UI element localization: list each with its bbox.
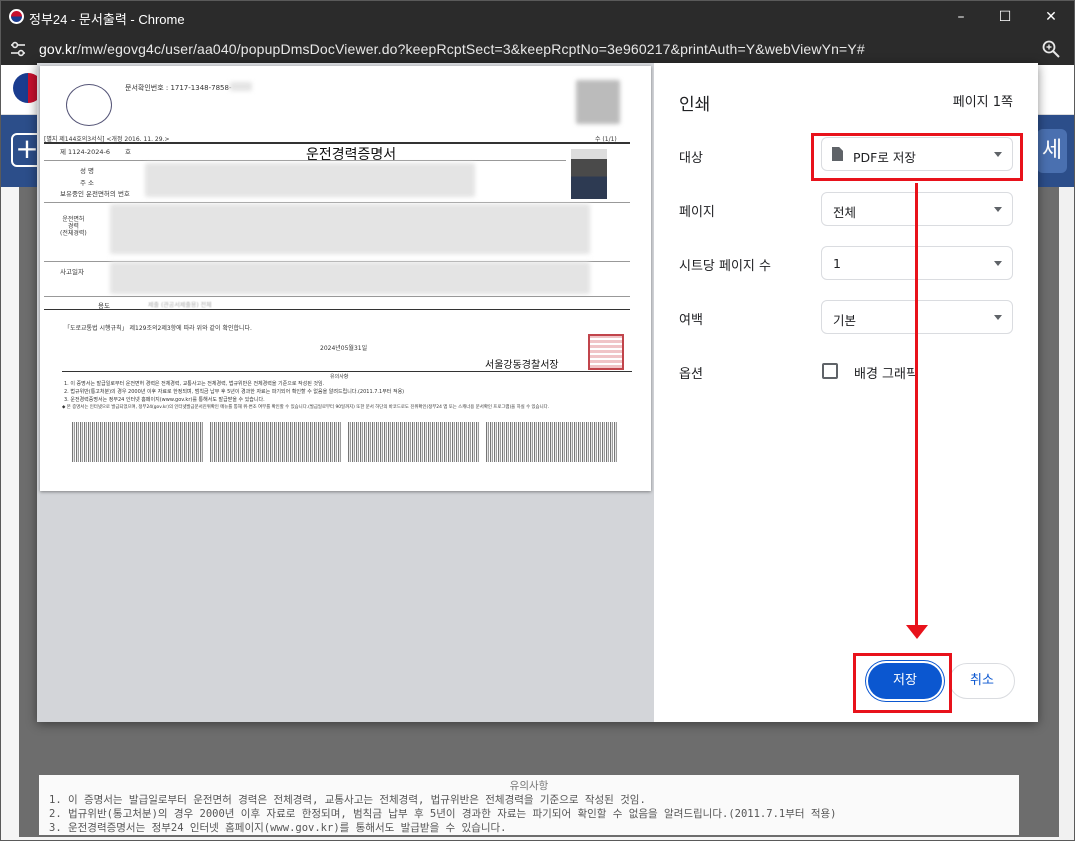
divider: [44, 309, 630, 310]
field-license-label: 보유중인 운전면허의 번호: [60, 190, 130, 198]
background-graphics-label[interactable]: 배경 그래픽: [854, 363, 918, 382]
divider: [44, 296, 630, 297]
pages-value: 전체: [833, 205, 857, 220]
pages-per-sheet-label: 시트당 페이지 수: [679, 259, 771, 274]
bg-note-1: 1. 이 증명서는 발급일로부터 운전면허 경력은 전체경력, 교통사고는 전체…: [49, 794, 646, 806]
issue-date: 2024년05월31일: [320, 345, 368, 352]
browser-window: 정부24 - 문서출력 - Chrome – ☐ ✕ gov.kr/mw/ego…: [0, 0, 1075, 841]
window-title: 정부24 - 문서출력 - Chrome: [29, 12, 185, 27]
destination-highlight-box: [811, 133, 1023, 181]
url-domain: gov.kr: [39, 41, 77, 57]
note-3: 3. 운전경력증명서는 정부24 인터넷 홈페이지(www.gov.kr)를 통…: [64, 397, 265, 403]
field-name-label: 성 명: [80, 167, 95, 175]
maximize-button[interactable]: ☐: [981, 1, 1029, 33]
page-count: 페이지 1쪽: [952, 95, 1013, 110]
redacted-block: [110, 262, 590, 294]
issuer-name: 서울강동경찰서장: [485, 360, 559, 371]
chevron-down-icon: [994, 315, 1002, 320]
divider: [44, 202, 630, 203]
divider: [44, 160, 566, 161]
note-1: 1. 이 증명서는 발급일로부터 운전면허 경력은 전체경력, 교통사고는 전체…: [64, 381, 325, 387]
gov24-logo-icon: [9, 9, 24, 24]
field-accident-label: 사고일자: [60, 268, 84, 276]
background-graphics-checkbox[interactable]: [822, 363, 838, 379]
annotation-arrowhead-icon: [906, 625, 928, 639]
field-usage-value: 제출 (관공서제출용) 전체: [148, 302, 212, 309]
close-button[interactable]: ✕: [1027, 1, 1074, 33]
document-title: 운전경력증명서: [306, 147, 397, 163]
redacted-block: [230, 82, 252, 91]
note-4: ◆ 본 증명서는 인터넷으로 발급되었으며, 정부24(gov.kr)의 인터넷…: [62, 405, 550, 410]
pages-label: 페이지: [679, 205, 715, 220]
redacted-block: [145, 163, 475, 197]
print-preview-area: 문서확인번호 : 1717-1348-7858- [별지 제144호의3서식] …: [37, 63, 654, 722]
bg-notes-heading: 유의사항: [509, 780, 549, 792]
document-number: 제 1124-2024-6: [60, 148, 110, 156]
field-career-label: 운전면허 경력 (전체경력): [60, 216, 87, 237]
pages-per-sheet-value: 1: [833, 256, 841, 271]
bg-note-3: 3. 운전경력증명서는 정부24 인터넷 홈페이지(www.gov.kr)를 통…: [49, 822, 507, 834]
qr-code-icon: [576, 80, 620, 124]
chevron-down-icon: [994, 261, 1002, 266]
print-preview-page: 문서확인번호 : 1717-1348-7858- [별지 제144호의3서식] …: [40, 66, 651, 491]
save-highlight-box: [853, 653, 952, 713]
margins-value: 기본: [833, 313, 857, 328]
site-info-icon[interactable]: [9, 41, 27, 57]
destination-label: 대상: [679, 151, 703, 166]
options-label: 옵션: [679, 367, 703, 382]
divider: [62, 371, 632, 372]
bg-note-2: 2. 법규위반(통고처분)의 경우 2000년 이후 자료로 한정되며, 범칙금…: [49, 808, 837, 820]
annotation-arrow: [915, 183, 918, 629]
document-number-suffix: 호: [125, 148, 131, 156]
url-path: /mw/egovg4c/user/aa040/popupDmsDocViewer…: [77, 41, 865, 57]
barcode-1-icon: [72, 422, 204, 462]
doc-confirm-number: 문서확인번호 : 1717-1348-7858-: [125, 84, 232, 92]
legal-statement: 「도로교통법 시행규칙」 제129조의2제3항에 따라 위와 같이 확인합니다.: [64, 325, 252, 332]
site-right-tab[interactable]: 세: [1037, 129, 1067, 173]
barcode-3-icon: [348, 422, 480, 462]
print-title: 인쇄: [679, 95, 711, 115]
barcode-4-icon: [486, 422, 618, 462]
url-text[interactable]: gov.kr/mw/egovg4c/user/aa040/popupDmsDoc…: [39, 41, 865, 57]
minimize-button[interactable]: –: [937, 1, 985, 33]
note-2: 2. 법규위반(통고처분)의 경우 2000년 이후 자료로 한정되며, 범칙금…: [64, 389, 405, 395]
background-document-notes: 유의사항 1. 이 증명서는 발급일로부터 운전면허 경력은 전체경력, 교통사…: [39, 775, 1019, 835]
official-seal-icon: [588, 334, 624, 370]
issuance-stamp-icon: [66, 84, 112, 126]
notes-heading: 유의사항: [330, 374, 349, 380]
chevron-down-icon: [994, 207, 1002, 212]
redacted-block: [110, 204, 590, 254]
title-bar: 정부24 - 문서출력 - Chrome – ☐ ✕: [1, 1, 1074, 33]
address-bar[interactable]: gov.kr/mw/egovg4c/user/aa040/popupDmsDoc…: [1, 33, 1074, 65]
field-address-label: 주 소: [80, 179, 95, 187]
cancel-button[interactable]: 취소: [949, 663, 1015, 699]
zoom-icon[interactable]: [1041, 39, 1061, 59]
margins-label: 여백: [679, 313, 703, 328]
barcode-2-icon: [210, 422, 342, 462]
page-scrollbar[interactable]: [1059, 187, 1074, 840]
id-photo: [571, 149, 607, 199]
